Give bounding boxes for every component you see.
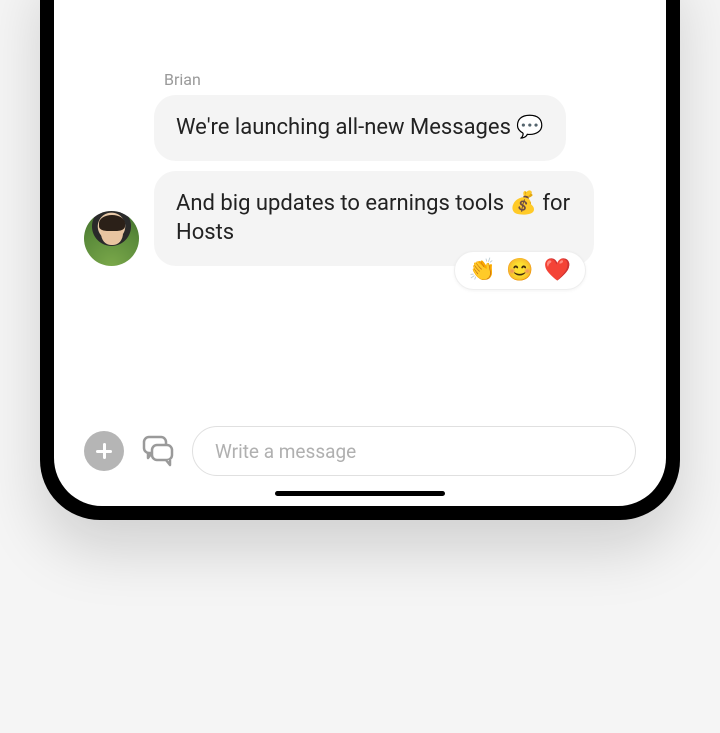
sender-avatar[interactable] — [84, 211, 139, 266]
message-input[interactable]: Write a message — [192, 426, 636, 476]
chat-area: Brian We're launching all-new Messages 💬… — [54, 0, 666, 406]
reaction-emoji[interactable]: 😊 — [506, 258, 533, 283]
message-input-placeholder: Write a message — [215, 440, 356, 463]
reaction-emoji[interactable]: 👏 — [469, 258, 496, 283]
avatar-spacer — [84, 106, 139, 161]
saved-replies-button[interactable] — [140, 433, 176, 469]
reaction-emoji[interactable]: ❤️ — [544, 258, 571, 283]
message-row: We're launching all-new Messages 💬 — [84, 95, 636, 161]
sender-name: Brian — [164, 70, 636, 89]
reaction-bar[interactable]: 👏 😊 ❤️ — [454, 251, 586, 290]
chat-bubbles-icon — [140, 433, 176, 469]
phone-frame: Brian We're launching all-new Messages 💬… — [40, 0, 680, 520]
phone-screen: Brian We're launching all-new Messages 💬… — [54, 0, 666, 506]
add-button[interactable] — [84, 431, 124, 471]
avatar-slot — [84, 211, 139, 266]
plus-icon — [96, 443, 112, 459]
message-row: And big updates to earnings tools 💰 for … — [84, 171, 636, 266]
message-bubble[interactable]: We're launching all-new Messages 💬 — [154, 95, 566, 161]
home-indicator[interactable] — [275, 491, 445, 496]
